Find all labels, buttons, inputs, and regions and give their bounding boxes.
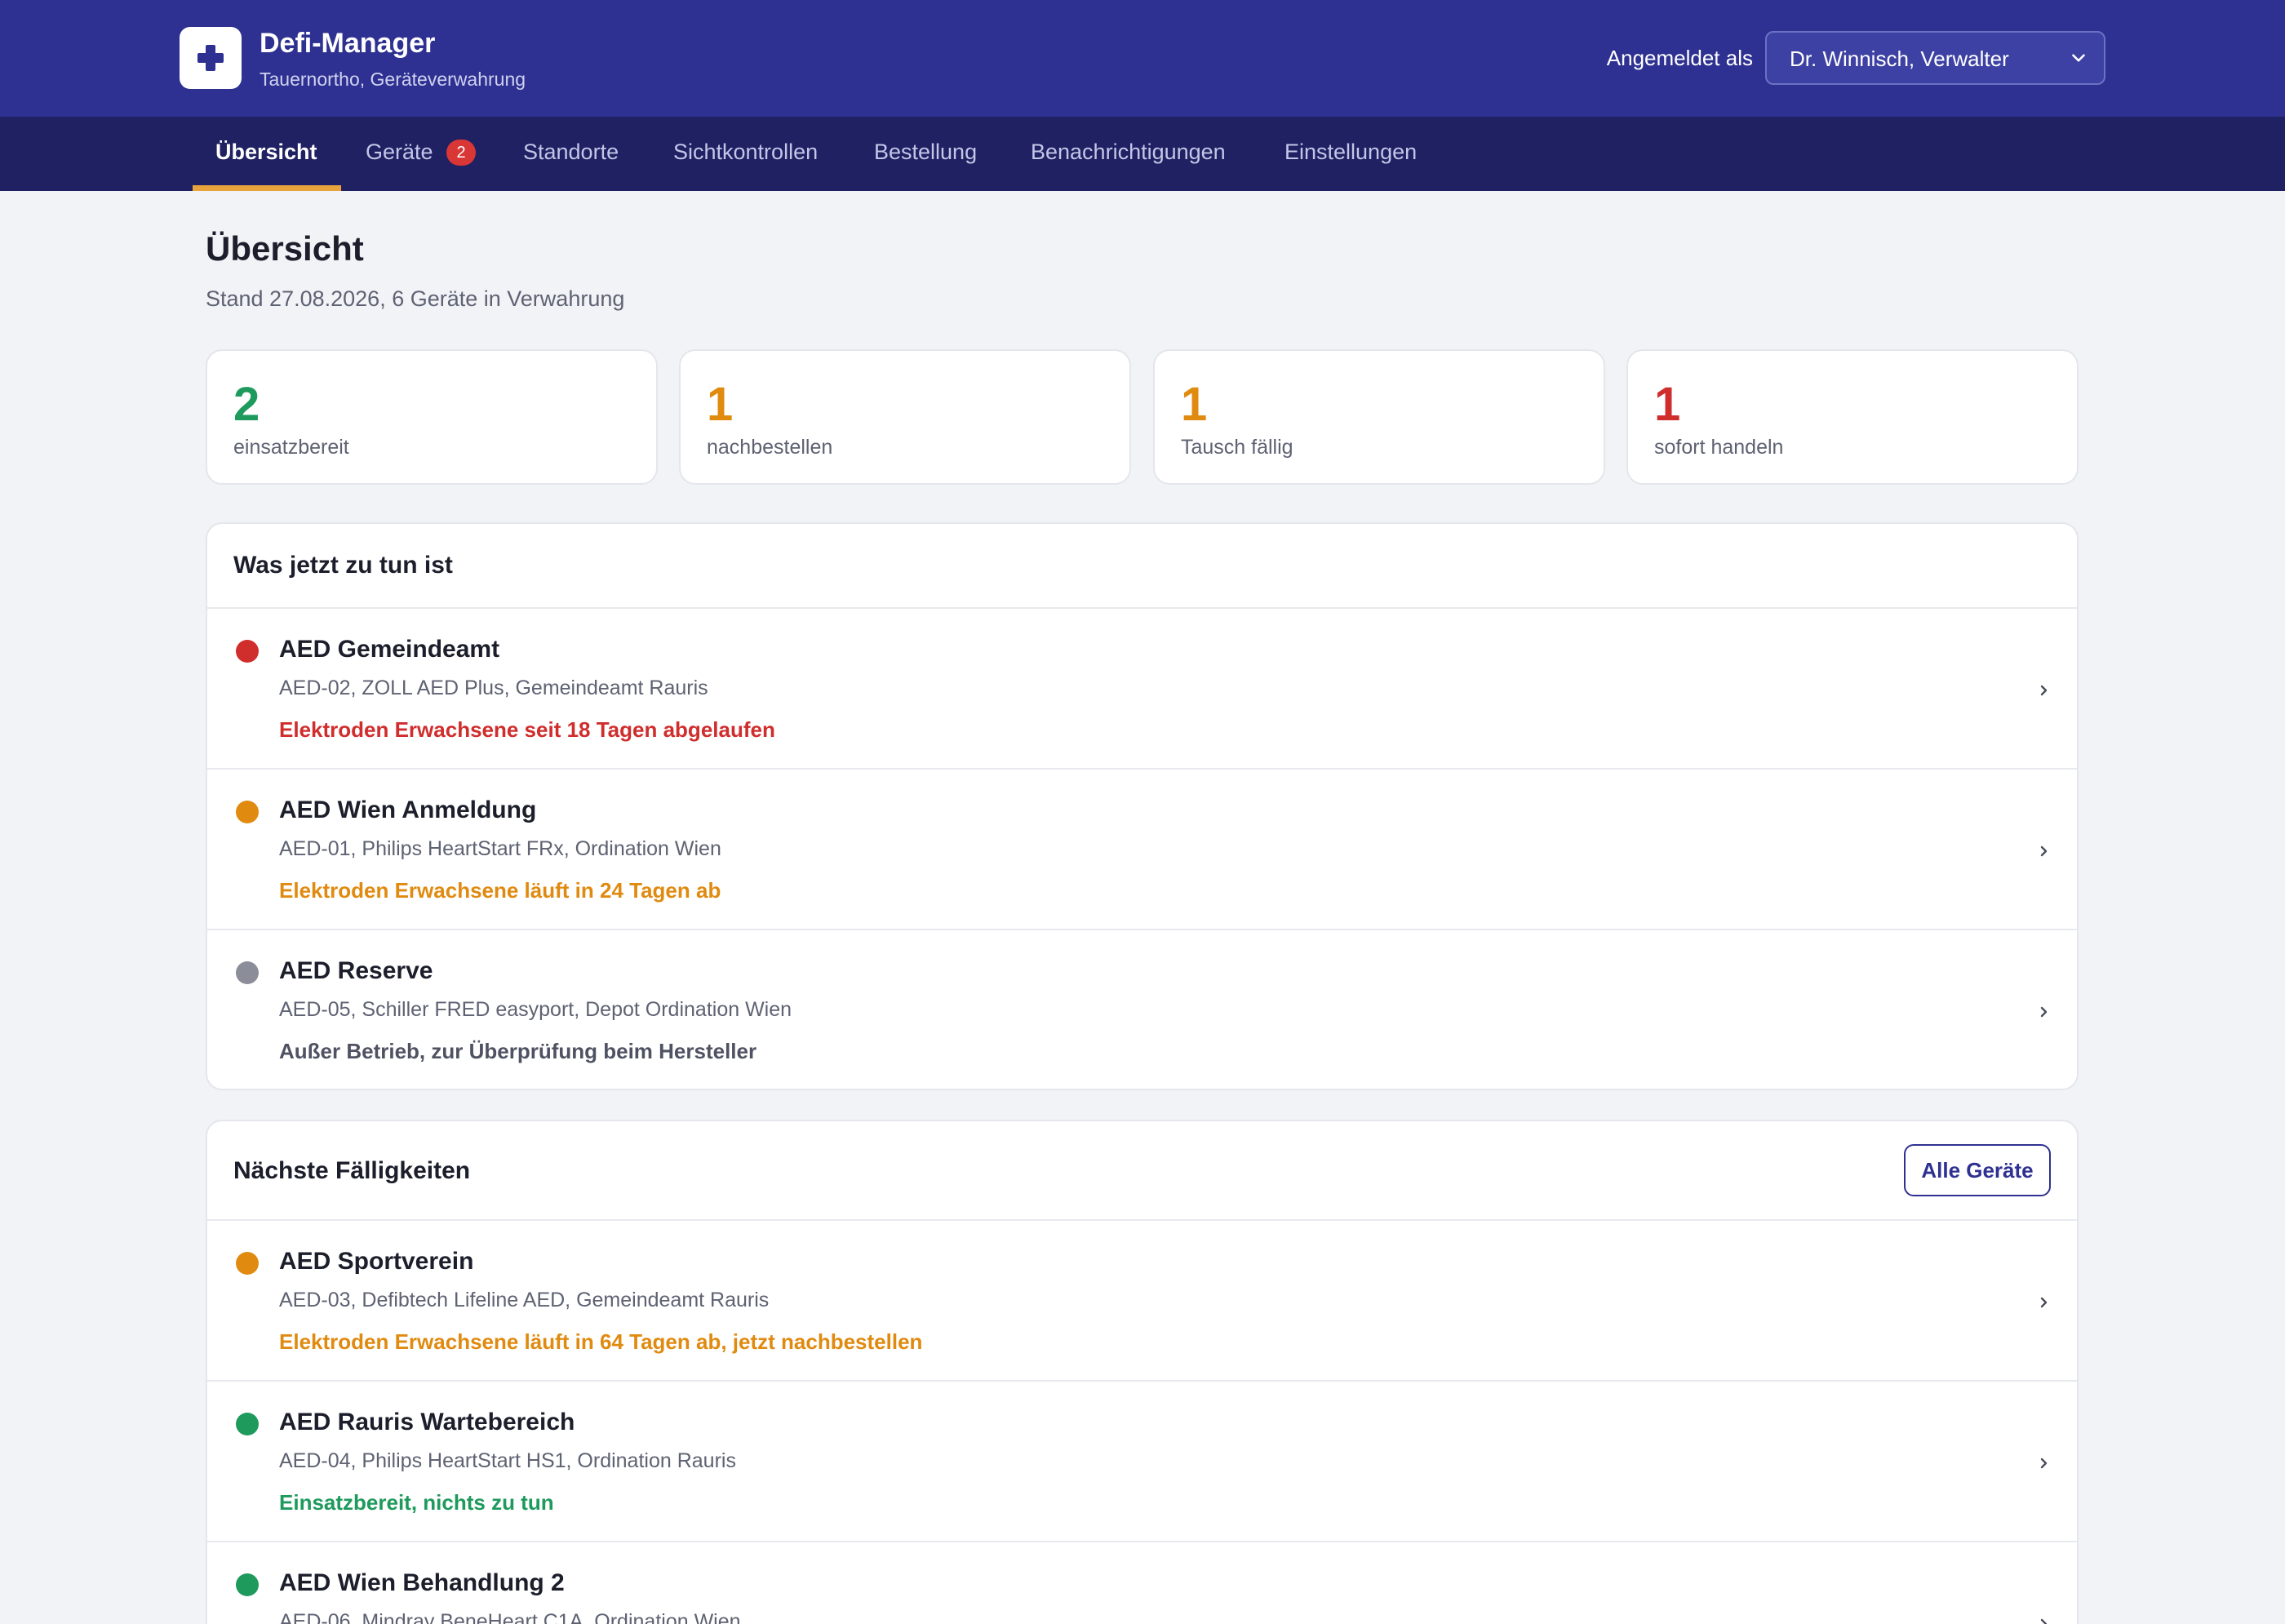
tab-label: Benachrichtigungen <box>1031 140 1226 164</box>
active-tab-indicator <box>193 185 341 191</box>
tab-label: Einstellungen <box>1284 140 1418 164</box>
stat-value: 1 <box>1654 378 1681 431</box>
tab-label: Bestellung <box>874 140 978 164</box>
panel-title: Was jetzt zu tun ist <box>233 552 453 579</box>
panel-header: Was jetzt zu tun ist <box>207 524 2077 609</box>
main-nav: Übersicht Geräte 2 Standorte Sichtkontro… <box>0 117 2285 191</box>
tab-label: Sichtkontrollen <box>673 140 819 164</box>
logged-in-label: Angemeldet als <box>1606 46 1753 70</box>
status-dot <box>236 1413 259 1435</box>
device-status: Außer Betrieb, zur Überprüfung beim Hers… <box>279 1039 757 1063</box>
stat-label: sofort handeln <box>1654 436 1784 459</box>
status-dot <box>236 1252 259 1275</box>
chevron-right-icon <box>2040 1458 2048 1469</box>
stat-value: 1 <box>1181 378 1208 431</box>
device-status: Elektroden Erwachsene läuft in 24 Tagen … <box>279 878 721 903</box>
device-meta: AED-05, Schiller FRED easyport, Depot Or… <box>279 998 792 1021</box>
panel-header: Nächste Fälligkeiten Alle Geräte <box>207 1121 2077 1221</box>
device-status: Einsatzbereit, nichts zu tun <box>279 1490 554 1515</box>
device-row[interactable]: AED Gemeindeamt AED-02, ZOLL AED Plus, G… <box>207 609 2077 770</box>
chevron-right-icon <box>2040 1006 2048 1018</box>
device-name: AED Wien Anmeldung <box>279 796 537 823</box>
user-select[interactable]: Dr. Winnisch, Verwalter <box>1765 31 2105 85</box>
page-title: Übersicht <box>206 229 364 268</box>
device-row[interactable]: AED Reserve AED-05, Schiller FRED easypo… <box>207 930 2077 1089</box>
chevron-right-icon <box>2040 685 2048 696</box>
device-name: AED Rauris Wartebereich <box>279 1409 575 1435</box>
panel-title: Nächste Fälligkeiten <box>233 1157 471 1184</box>
device-status: Elektroden Erwachsene seit 18 Tagen abge… <box>279 717 775 742</box>
app-subtitle: Tauernortho, Geräteverwahrung <box>260 69 526 90</box>
chevron-right-icon <box>2040 1297 2048 1308</box>
tab-label: Geräte <box>366 140 433 164</box>
device-status: Elektroden Erwachsene läuft in 64 Tagen … <box>279 1329 923 1354</box>
device-row[interactable]: AED Wien Anmeldung AED-01, Philips Heart… <box>207 770 2077 930</box>
tab-label: Standorte <box>523 140 619 164</box>
device-name: AED Reserve <box>279 957 433 984</box>
stat-card-sofort-handeln[interactable]: 1 sofort handeln <box>1626 349 2079 485</box>
device-row[interactable]: AED Wien Behandlung 2 AED-06, Mindray Be… <box>207 1542 2077 1624</box>
stat-value: 2 <box>233 378 260 431</box>
chevron-right-icon <box>2040 845 2048 857</box>
device-meta: AED-02, ZOLL AED Plus, Gemeindeamt Rauri… <box>279 677 708 699</box>
status-dot <box>236 640 259 663</box>
device-name: AED Sportverein <box>279 1248 474 1275</box>
stat-card-tausch-faellig[interactable]: 1 Tausch fällig <box>1153 349 1605 485</box>
status-dot <box>236 961 259 984</box>
device-row[interactable]: AED Sportverein AED-03, Defibtech Lifeli… <box>207 1221 2077 1382</box>
device-meta: AED-06, Mindray BeneHeart C1A, Ordinatio… <box>279 1610 741 1624</box>
stat-card-nachbestellen[interactable]: 1 nachbestellen <box>679 349 1131 485</box>
chevron-right-icon <box>2040 1618 2048 1624</box>
status-dot <box>236 1573 259 1596</box>
stat-label: einsatzbereit <box>233 436 349 459</box>
device-row[interactable]: AED Rauris Wartebereich AED-04, Philips … <box>207 1382 2077 1542</box>
chevron-down-icon <box>2072 54 2085 62</box>
next-due-panel: Nächste Fälligkeiten Alle Geräte AED Spo… <box>206 1120 2079 1624</box>
device-meta: AED-03, Defibtech Lifeline AED, Gemeinde… <box>279 1289 770 1311</box>
app-title: Defi-Manager <box>260 28 436 59</box>
todo-panel: Was jetzt zu tun ist AED Gemeindeamt AED… <box>206 522 2079 1090</box>
device-meta: AED-04, Philips HeartStart HS1, Ordinati… <box>279 1449 736 1472</box>
device-meta: AED-01, Philips HeartStart FRx, Ordinati… <box>279 837 721 860</box>
status-dot <box>236 801 259 823</box>
user-select-value: Dr. Winnisch, Verwalter <box>1790 47 2009 71</box>
app-header: Defi-Manager Tauernortho, Geräteverwahru… <box>0 0 2285 117</box>
tab-label: Übersicht <box>215 140 317 164</box>
count-badge: 2 <box>446 140 476 166</box>
device-name: AED Wien Behandlung 2 <box>279 1569 565 1596</box>
stat-value: 1 <box>707 378 734 431</box>
stat-card-einsatzbereit[interactable]: 2 einsatzbereit <box>206 349 658 485</box>
medical-cross-icon <box>180 27 242 89</box>
all-devices-button[interactable]: Alle Geräte <box>1904 1144 2051 1196</box>
device-name: AED Gemeindeamt <box>279 636 500 663</box>
page-subtitle: Stand 27.08.2026, 6 Geräte in Verwahrung <box>206 286 625 311</box>
stat-label: nachbestellen <box>707 436 833 459</box>
stat-label: Tausch fällig <box>1181 436 1293 459</box>
